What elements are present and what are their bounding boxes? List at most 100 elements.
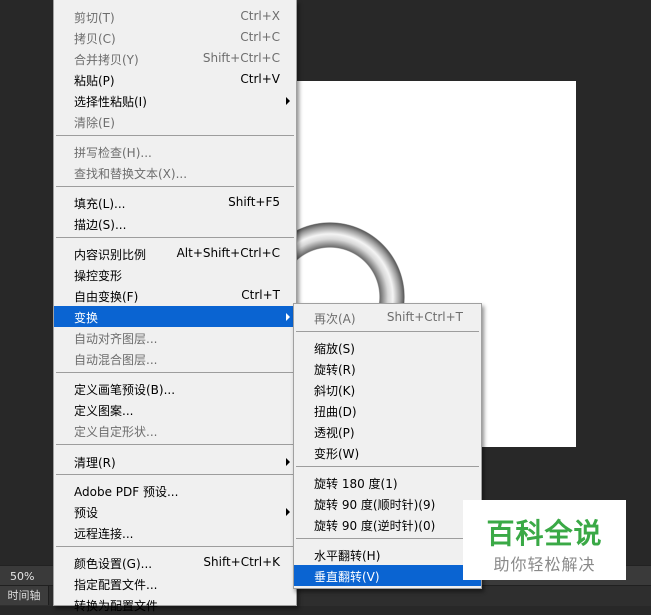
menu-item-shortcut: Shift+Ctrl+K: [203, 555, 280, 569]
submenu-item-flip-vertical[interactable]: 垂直翻转(V): [294, 565, 481, 586]
submenu-item-scale[interactable]: 缩放(S): [294, 337, 481, 358]
submenu-arrow-icon: [286, 508, 290, 516]
menu-separator: [56, 474, 294, 475]
menu-item-presets[interactable]: 预设: [54, 501, 296, 522]
menu-item-label: 扭曲(D): [314, 405, 357, 419]
menu-item-auto-blend-layers[interactable]: 自动混合图层...: [54, 348, 296, 369]
menu-item-label: 水平翻转(H): [314, 549, 381, 563]
timeline-tab[interactable]: 时间轴: [0, 586, 49, 605]
menu-item-label: 定义画笔预设(B)...: [74, 383, 176, 397]
menu-item-paste-special[interactable]: 选择性粘贴(I): [54, 90, 296, 111]
menu-item-label: 转换为配置文件: [74, 599, 159, 613]
menu-item-define-custom-shape[interactable]: 定义自定形状...: [54, 420, 296, 441]
menu-separator: [56, 372, 294, 373]
menu-item-shortcut: Ctrl+X: [240, 9, 280, 23]
menu-item-clear[interactable]: 清除(E): [54, 111, 296, 132]
menu-item-copy-merged[interactable]: 合并拷贝(Y) Shift+Ctrl+C: [54, 48, 296, 69]
menu-item-label: 拷贝(C): [74, 32, 116, 46]
submenu-item-warp[interactable]: 变形(W): [294, 442, 481, 463]
menu-separator: [296, 331, 479, 332]
menu-item-puppet-warp[interactable]: 操控变形: [54, 264, 296, 285]
submenu-arrow-icon: [286, 97, 290, 105]
menu-item-spell-check[interactable]: 拼写检查(H)...: [54, 141, 296, 162]
menu-item-label: 描边(S)...: [74, 218, 127, 232]
menu-item-label: 透视(P): [314, 426, 355, 440]
submenu-item-rotate-90-cw[interactable]: 旋转 90 度(顺时针)(9): [294, 493, 481, 514]
menu-item-label: 清除(E): [74, 116, 115, 130]
menu-item-shortcut: Alt+Shift+Ctrl+C: [176, 246, 280, 260]
menu-separator: [56, 186, 294, 187]
menu-item-label: 缩放(S): [314, 342, 355, 356]
watermark-subtitle: 助你轻松解决: [493, 555, 596, 574]
menu-item-label: 变换: [74, 311, 99, 325]
menu-item-label: 操控变形: [74, 269, 123, 283]
menu-item-label: 粘贴(P): [74, 74, 115, 88]
menu-separator: [56, 135, 294, 136]
zoom-level[interactable]: 50%: [10, 570, 34, 583]
submenu-item-distort[interactable]: 扭曲(D): [294, 400, 481, 421]
menu-item-copy[interactable]: 拷贝(C) Ctrl+C: [54, 27, 296, 48]
menu-item-color-settings[interactable]: 颜色设置(G)... Shift+Ctrl+K: [54, 552, 296, 573]
menu-separator: [296, 466, 479, 467]
menu-item-label: 垂直翻转(V): [314, 570, 380, 584]
menu-item-label: 远程连接...: [74, 527, 134, 541]
menu-item-label: 自由变换(F): [74, 290, 139, 304]
edit-menu: 剪切(T) Ctrl+X 拷贝(C) Ctrl+C 合并拷贝(Y) Shift+…: [53, 0, 297, 613]
menu-item-label: Adobe PDF 预设...: [74, 485, 179, 499]
submenu-item-perspective[interactable]: 透视(P): [294, 421, 481, 442]
menu-item-define-pattern[interactable]: 定义图案...: [54, 399, 296, 420]
menu-item-fill[interactable]: 填充(L)... Shift+F5: [54, 192, 296, 213]
menu-item-label: 自动对齐图层...: [74, 332, 158, 346]
menu-item-adobe-pdf-presets[interactable]: Adobe PDF 预设...: [54, 480, 296, 501]
menu-item-label: 指定配置文件...: [74, 578, 158, 592]
menu-item-auto-align-layers[interactable]: 自动对齐图层...: [54, 327, 296, 348]
menu-item-label: 选择性粘贴(I): [74, 95, 147, 109]
submenu-arrow-icon: [286, 458, 290, 466]
menu-separator: [56, 444, 294, 445]
menu-item-label: 斜切(K): [314, 384, 356, 398]
menu-item-label: 旋转 90 度(顺时针)(9): [314, 498, 436, 512]
menu-separator: [56, 237, 294, 238]
submenu-item-again[interactable]: 再次(A) Shift+Ctrl+T: [294, 307, 481, 328]
submenu-item-rotate-180[interactable]: 旋转 180 度(1): [294, 472, 481, 493]
menu-item-stroke[interactable]: 描边(S)...: [54, 213, 296, 234]
menu-item-label: 定义图案...: [74, 404, 134, 418]
submenu-item-rotate[interactable]: 旋转(R): [294, 358, 481, 379]
menu-item-shortcut: Shift+F5: [228, 195, 280, 209]
menu-item-label: 合并拷贝(Y): [74, 53, 139, 67]
menu-item-shortcut: Ctrl+C: [240, 30, 280, 44]
menu-item-label: 再次(A): [314, 312, 356, 326]
transform-submenu: 再次(A) Shift+Ctrl+T 缩放(S) 旋转(R) 斜切(K) 扭曲(…: [293, 303, 482, 589]
menu-item-shortcut: Ctrl+V: [240, 72, 280, 86]
menu-item-shortcut: Ctrl+T: [241, 288, 280, 302]
menu-item-free-transform[interactable]: 自由变换(F) Ctrl+T: [54, 285, 296, 306]
menu-separator: [296, 538, 479, 539]
menu-item-transform[interactable]: 变换: [54, 306, 296, 327]
menu-item-label: 定义自定形状...: [74, 425, 158, 439]
menu-item-label: 剪切(T): [74, 11, 115, 25]
menu-item-paste[interactable]: 粘贴(P) Ctrl+V: [54, 69, 296, 90]
menu-item-label: 变形(W): [314, 447, 360, 461]
menu-item-define-brush[interactable]: 定义画笔预设(B)...: [54, 378, 296, 399]
submenu-item-rotate-90-ccw[interactable]: 旋转 90 度(逆时针)(0): [294, 514, 481, 535]
watermark-title: 百科全说: [486, 517, 603, 550]
menu-item-purge[interactable]: 清理(R): [54, 451, 296, 472]
menu-item-label: 颜色设置(G)...: [74, 557, 153, 571]
menu-item-label: 清理(R): [74, 456, 116, 470]
menu-item-label: 填充(L)...: [74, 197, 126, 211]
menu-separator: [56, 546, 294, 547]
menu-item-label: 拼写检查(H)...: [74, 146, 152, 160]
menu-item-find-replace[interactable]: 查找和替换文本(X)...: [54, 162, 296, 183]
menu-item-label: 预设: [74, 506, 99, 520]
menu-item-content-aware-scale[interactable]: 内容识别比例 Alt+Shift+Ctrl+C: [54, 243, 296, 264]
submenu-item-flip-horizontal[interactable]: 水平翻转(H): [294, 544, 481, 565]
menu-item-label: 旋转 90 度(逆时针)(0): [314, 519, 436, 533]
menu-item-label: 旋转 180 度(1): [314, 477, 398, 491]
menu-item-assign-profile[interactable]: 指定配置文件...: [54, 573, 296, 594]
submenu-item-skew[interactable]: 斜切(K): [294, 379, 481, 400]
menu-item-label: 旋转(R): [314, 363, 356, 377]
menu-item-shortcut: Shift+Ctrl+T: [386, 310, 463, 324]
menu-item-label: 自动混合图层...: [74, 353, 158, 367]
menu-item-remote-connections[interactable]: 远程连接...: [54, 522, 296, 543]
menu-item-cut[interactable]: 剪切(T) Ctrl+X: [54, 6, 296, 27]
